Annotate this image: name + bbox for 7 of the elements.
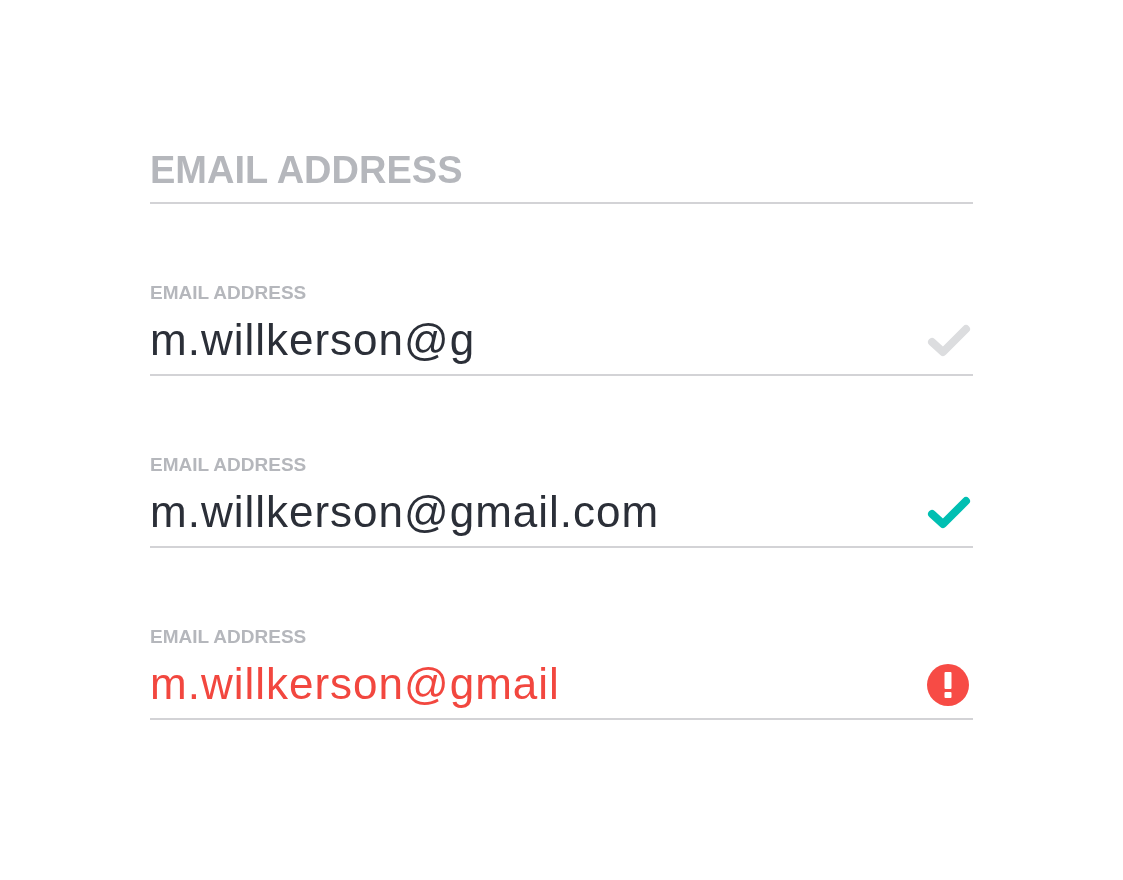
field-label: EMAIL ADDRESS — [150, 625, 307, 649]
email-field[interactable]: m.willkerson@gmail.com — [150, 480, 973, 548]
email-field[interactable]: m.willkerson@gmail — [150, 652, 973, 720]
field-label: EMAIL ADDRESS — [150, 281, 307, 305]
email-field[interactable]: EMAIL ADDRESS — [150, 140, 973, 204]
field-label: EMAIL ADDRESS — [150, 453, 307, 477]
email-field[interactable]: m.willkerson@g — [150, 308, 973, 376]
